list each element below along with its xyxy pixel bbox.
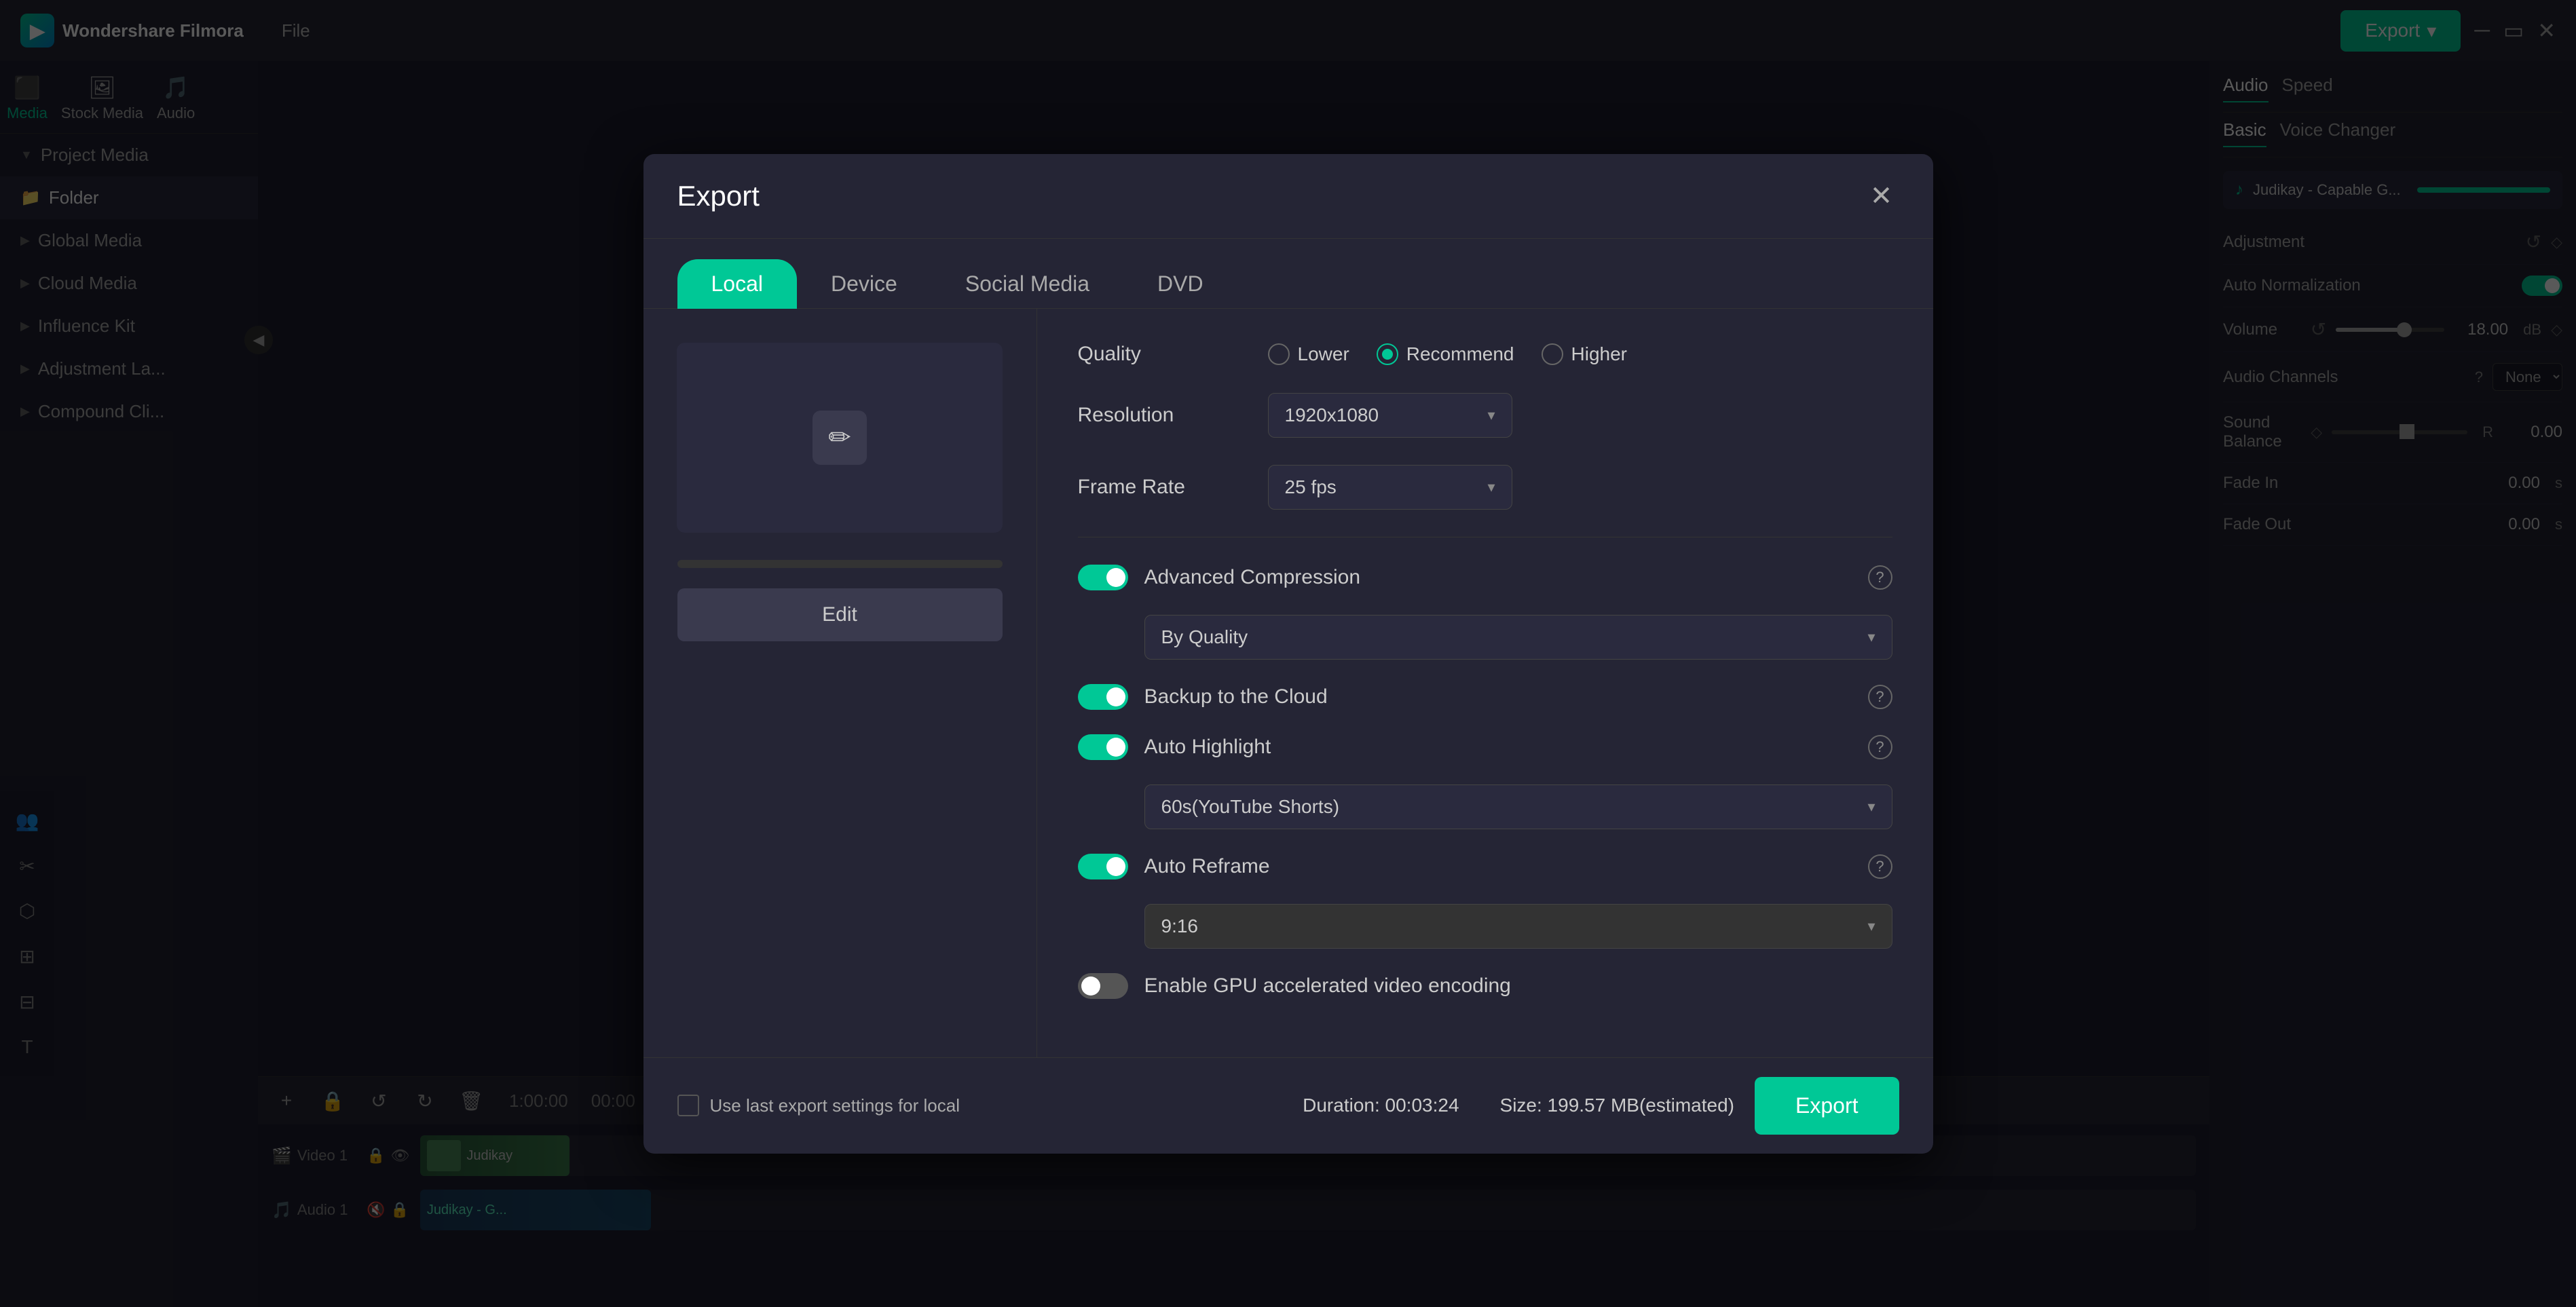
modal-tab-device[interactable]: Device [797,259,931,309]
edit-button[interactable]: Edit [677,588,1003,641]
advanced-compression-help-icon[interactable]: ? [1868,565,1892,590]
auto-reframe-label: Auto Reframe [1144,855,1852,878]
auto-highlight-toggle[interactable] [1078,734,1128,760]
backup-cloud-toggle[interactable] [1078,684,1128,710]
size-text: Size: 199.57 MB(estimated) [1500,1095,1735,1116]
quality-radio-group: Lower Recommend Higher [1268,343,1892,365]
auto-highlight-knob [1106,738,1125,757]
resolution-chevron-icon: ▾ [1487,406,1495,424]
modal-tabs: Local Device Social Media DVD [643,239,1933,309]
advanced-compression-label: Advanced Compression [1144,566,1852,589]
resolution-control: 1920x1080 ▾ [1268,393,1892,438]
quality-recommend-radio-inner [1382,349,1393,360]
quality-higher-radio[interactable] [1542,343,1563,365]
frame-rate-control: 25 fps ▾ [1268,465,1892,510]
modal-overlay: Export ✕ Local Device Social Media DVD ✏… [0,0,2576,1307]
preview-progress-bar [677,560,1003,568]
auto-highlight-label: Auto Highlight [1144,736,1852,759]
quality-recommend-option[interactable]: Recommend [1377,343,1514,365]
advanced-compression-sub-select[interactable]: By Quality ▾ [1144,615,1892,660]
modal-tab-social-media[interactable]: Social Media [931,259,1123,309]
modal-body: ✏ Edit Quality Lower [643,309,1933,1057]
export-modal: Export ✕ Local Device Social Media DVD ✏… [643,154,1933,1154]
quality-label: Quality [1078,343,1268,366]
advanced-compression-toggle[interactable] [1078,565,1128,590]
modal-preview-panel: ✏ Edit [643,309,1037,1057]
preview-edit-overlay: ✏ [813,411,867,465]
backup-cloud-row: Backup to the Cloud ? [1078,684,1892,710]
frame-rate-setting-row: Frame Rate 25 fps ▾ [1078,465,1892,510]
frame-rate-label: Frame Rate [1078,476,1268,499]
last-settings-checkbox-row: Use last export settings for local [677,1095,960,1116]
gpu-encoding-label: Enable GPU accelerated video encoding [1144,974,1892,998]
quality-setting-row: Quality Lower Recommend [1078,343,1892,366]
auto-reframe-sub-row: 9:16 ▾ [1144,904,1892,949]
modal-header: Export ✕ [643,154,1933,239]
export-final-button[interactable]: Export [1755,1077,1899,1135]
auto-reframe-help-icon[interactable]: ? [1868,854,1892,879]
modal-tab-dvd[interactable]: DVD [1123,259,1237,309]
last-settings-label: Use last export settings for local [710,1095,960,1116]
modal-close-button[interactable]: ✕ [1864,178,1899,214]
auto-highlight-row: Auto Highlight ? [1078,734,1892,760]
frame-rate-select[interactable]: 25 fps ▾ [1268,465,1512,510]
frame-rate-chevron-icon: ▾ [1487,478,1495,496]
quality-higher-option[interactable]: Higher [1542,343,1627,365]
quality-recommend-radio[interactable] [1377,343,1398,365]
resolution-setting-row: Resolution 1920x1080 ▾ [1078,393,1892,438]
preview-thumbnail: ✏ [677,343,1003,533]
backup-cloud-help-icon[interactable]: ? [1868,685,1892,709]
auto-highlight-help-icon[interactable]: ? [1868,735,1892,759]
modal-title: Export [677,180,760,212]
advanced-compression-sub-chevron-icon: ▾ [1867,628,1875,646]
auto-highlight-sub-row: 60s(YouTube Shorts) ▾ [1144,784,1892,829]
auto-reframe-sub-chevron-icon: ▾ [1867,917,1875,935]
gpu-encoding-row: Enable GPU accelerated video encoding [1078,973,1892,999]
backup-cloud-knob [1106,687,1125,706]
advanced-compression-knob [1106,568,1125,587]
resolution-select[interactable]: 1920x1080 ▾ [1268,393,1512,438]
modal-tab-local[interactable]: Local [677,259,798,309]
modal-settings-panel: Quality Lower Recommend [1037,309,1933,1057]
duration-text: Duration: 00:03:24 [1303,1095,1459,1116]
modal-footer: Use last export settings for local Durat… [643,1057,1933,1154]
quality-lower-radio[interactable] [1268,343,1290,365]
resolution-label: Resolution [1078,404,1268,427]
backup-cloud-label: Backup to the Cloud [1144,685,1852,708]
auto-highlight-sub-select[interactable]: 60s(YouTube Shorts) ▾ [1144,784,1892,829]
gpu-encoding-toggle[interactable] [1078,973,1128,999]
gpu-encoding-knob [1081,977,1100,996]
auto-highlight-sub-chevron-icon: ▾ [1867,798,1875,816]
last-settings-checkbox[interactable] [677,1095,699,1116]
advanced-compression-sub-row: By Quality ▾ [1144,615,1892,660]
pencil-icon: ✏ [813,411,867,465]
auto-reframe-toggle[interactable] [1078,854,1128,879]
advanced-compression-row: Advanced Compression ? [1078,565,1892,590]
auto-reframe-sub-select[interactable]: 9:16 ▾ [1144,904,1892,949]
quality-lower-option[interactable]: Lower [1268,343,1349,365]
auto-reframe-row: Auto Reframe ? [1078,854,1892,879]
auto-reframe-knob [1106,857,1125,876]
